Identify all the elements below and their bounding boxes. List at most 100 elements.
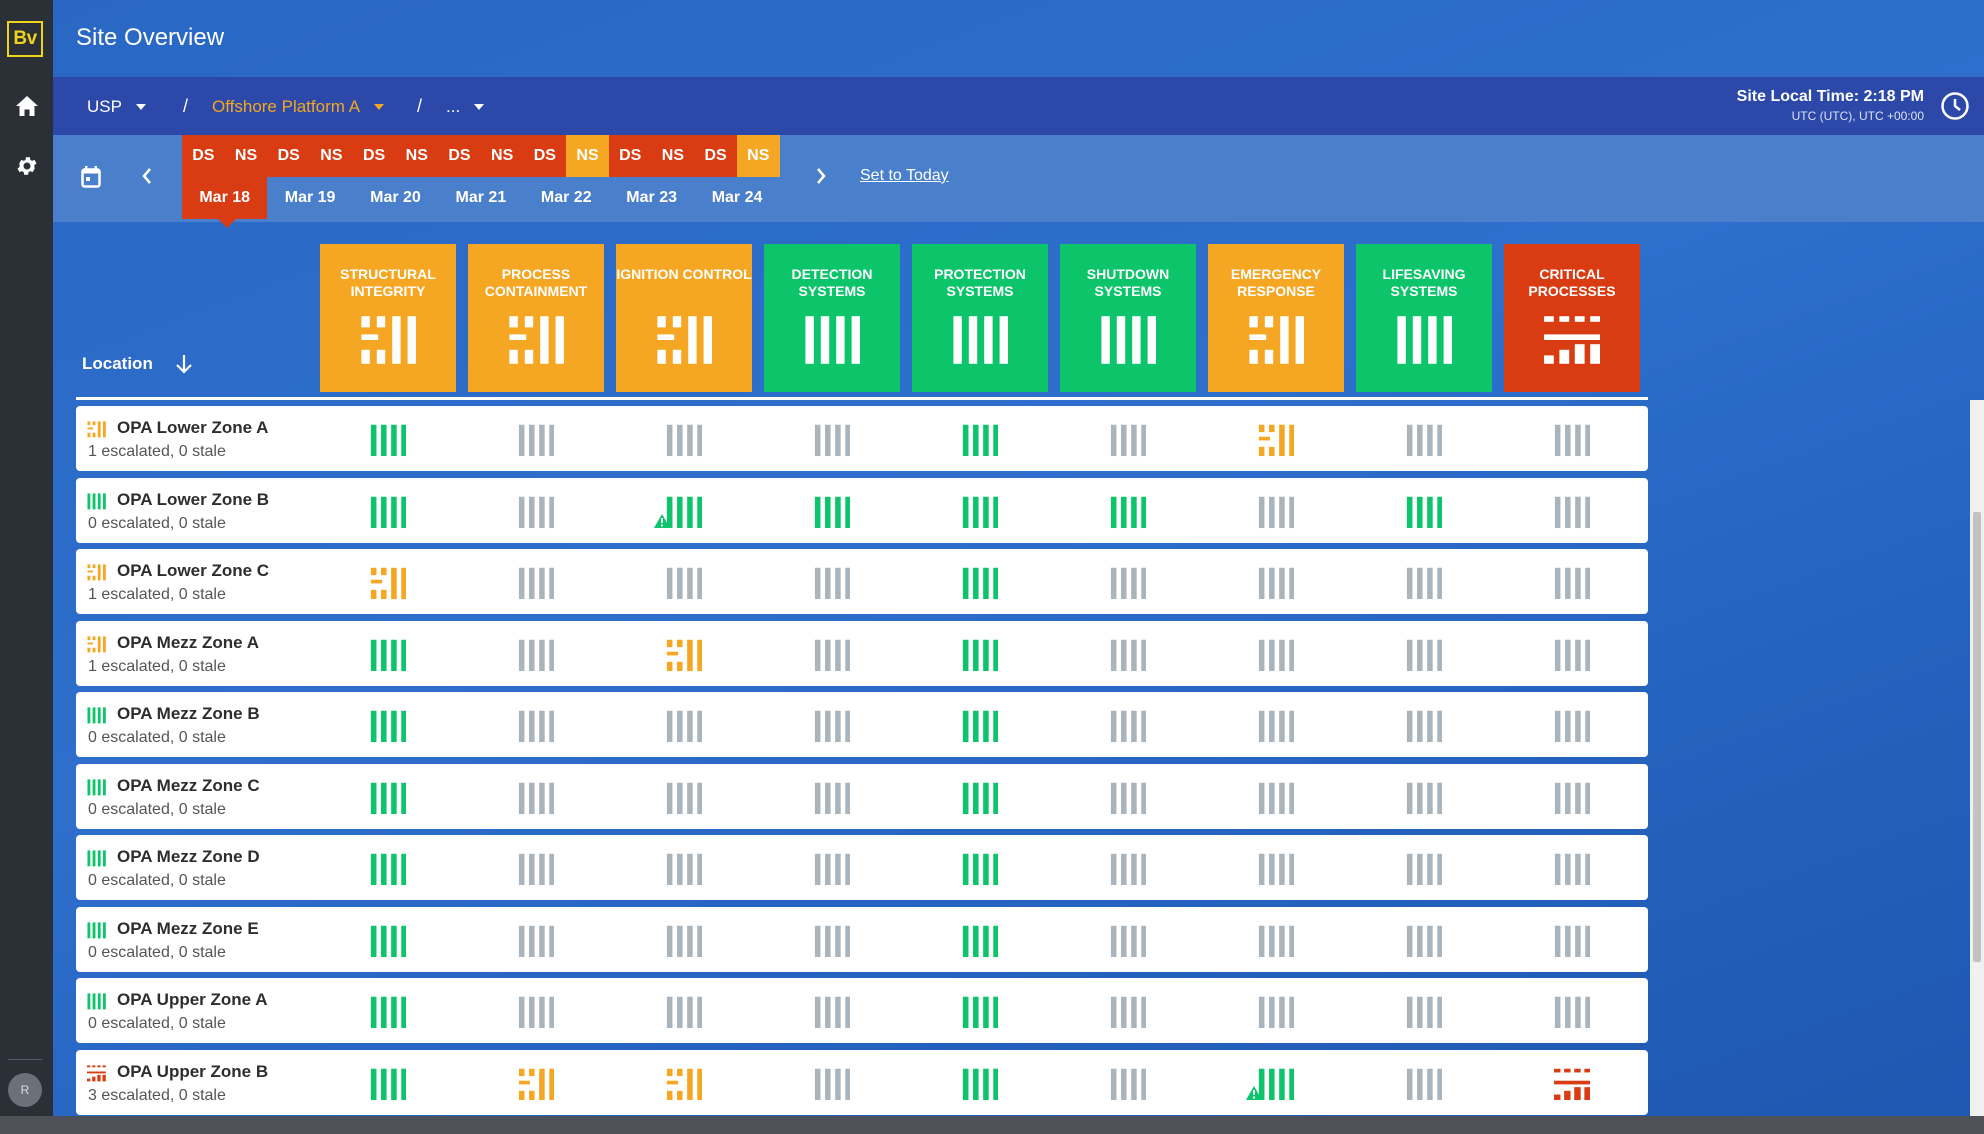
status-cell[interactable]	[320, 494, 456, 531]
user-avatar[interactable]: R	[8, 1073, 42, 1107]
table-row[interactable]: OPA Mezz Zone E 0 escalated, 0 stale	[76, 906, 1648, 972]
status-cell[interactable]	[912, 708, 1048, 745]
status-cell[interactable]	[468, 494, 604, 531]
status-cell[interactable]	[616, 708, 752, 745]
status-cell[interactable]	[1208, 780, 1344, 817]
status-cell[interactable]	[1060, 780, 1196, 817]
day-cell[interactable]: Mar 23	[609, 177, 694, 219]
table-row[interactable]: OPA Mezz Zone C 0 escalated, 0 stale	[76, 763, 1648, 829]
status-cell[interactable]	[468, 994, 604, 1031]
status-cell[interactable]	[320, 994, 456, 1031]
status-cell[interactable]	[764, 923, 900, 960]
status-cell[interactable]	[764, 637, 900, 674]
set-to-today-link[interactable]: Set to Today	[860, 167, 949, 185]
status-cell[interactable]	[1504, 1066, 1640, 1103]
status-cell[interactable]	[616, 494, 752, 531]
status-cell[interactable]	[1504, 494, 1640, 531]
location-sort-header[interactable]: Location	[82, 354, 193, 374]
status-cell[interactable]	[616, 994, 752, 1031]
category-header[interactable]: CRITICAL PROCESSES	[1504, 244, 1640, 392]
status-cell[interactable]	[320, 851, 456, 888]
status-cell[interactable]	[1208, 565, 1344, 602]
status-cell[interactable]	[764, 851, 900, 888]
table-row[interactable]: OPA Mezz Zone B 0 escalated, 0 stale	[76, 692, 1648, 757]
status-cell[interactable]	[1208, 708, 1344, 745]
status-cell[interactable]	[912, 637, 1048, 674]
status-cell[interactable]	[616, 637, 752, 674]
shift-cell[interactable]: NS	[310, 135, 353, 177]
status-cell[interactable]	[1060, 994, 1196, 1031]
status-cell[interactable]	[764, 1066, 900, 1103]
status-cell[interactable]	[912, 923, 1048, 960]
shift-cell[interactable]: NS	[395, 135, 439, 177]
status-cell[interactable]	[1356, 494, 1492, 531]
home-button[interactable]	[0, 78, 53, 134]
status-cell[interactable]	[320, 637, 456, 674]
status-cell[interactable]	[468, 708, 604, 745]
status-cell[interactable]	[1060, 637, 1196, 674]
shift-cell[interactable]: DS	[267, 135, 311, 177]
status-cell[interactable]	[1356, 1066, 1492, 1103]
next-week-button[interactable]	[815, 165, 827, 187]
status-cell[interactable]	[1356, 780, 1492, 817]
table-row[interactable]: OPA Lower Zone C 1 escalated, 0 stale	[76, 549, 1648, 614]
category-header[interactable]: PROCESS CONTAINMENT	[468, 244, 604, 392]
status-cell[interactable]	[1208, 994, 1344, 1031]
status-cell[interactable]	[1356, 565, 1492, 602]
status-cell[interactable]	[616, 923, 752, 960]
status-cell[interactable]	[764, 994, 900, 1031]
status-cell[interactable]	[1356, 994, 1492, 1031]
shift-cell[interactable]: DS	[523, 135, 567, 177]
status-cell[interactable]	[616, 780, 752, 817]
status-cell[interactable]	[764, 422, 900, 459]
status-cell[interactable]	[616, 422, 752, 459]
table-row[interactable]: OPA Upper Zone B 3 escalated, 0 stale	[76, 1049, 1648, 1115]
status-cell[interactable]	[1356, 851, 1492, 888]
status-cell[interactable]	[1356, 422, 1492, 459]
status-cell[interactable]	[1208, 637, 1344, 674]
scrollbar-thumb[interactable]	[1973, 512, 1981, 962]
category-header[interactable]: STRUCTURAL INTEGRITY	[320, 244, 456, 392]
status-cell[interactable]	[1504, 637, 1640, 674]
status-cell[interactable]	[320, 708, 456, 745]
clock-icon[interactable]	[1940, 91, 1970, 121]
day-cell[interactable]: Mar 24	[694, 177, 779, 219]
status-cell[interactable]	[468, 565, 604, 602]
status-cell[interactable]	[468, 637, 604, 674]
status-cell[interactable]	[1060, 565, 1196, 602]
status-cell[interactable]	[912, 780, 1048, 817]
status-cell[interactable]	[468, 923, 604, 960]
status-cell[interactable]	[616, 565, 752, 602]
table-row[interactable]: OPA Lower Zone A 1 escalated, 0 stale	[76, 406, 1648, 471]
category-header[interactable]: SHUTDOWN SYSTEMS	[1060, 244, 1196, 392]
status-cell[interactable]	[1356, 708, 1492, 745]
shift-cell[interactable]: DS	[438, 135, 481, 177]
status-cell[interactable]	[1060, 851, 1196, 888]
shift-cell[interactable]: DS	[608, 135, 652, 177]
status-cell[interactable]	[912, 1066, 1048, 1103]
status-cell[interactable]	[1208, 851, 1344, 888]
status-cell[interactable]	[1208, 1066, 1344, 1103]
status-cell[interactable]	[764, 708, 900, 745]
breadcrumb-root[interactable]: USP	[87, 97, 146, 117]
status-cell[interactable]	[1504, 780, 1640, 817]
status-cell[interactable]	[1208, 494, 1344, 531]
status-cell[interactable]	[912, 994, 1048, 1031]
table-row[interactable]: OPA Upper Zone A 0 escalated, 0 stale	[76, 978, 1648, 1043]
prev-week-button[interactable]	[141, 165, 153, 187]
status-cell[interactable]	[1504, 851, 1640, 888]
day-cell[interactable]: Mar 18	[182, 177, 268, 228]
status-cell[interactable]	[764, 780, 900, 817]
shift-cell[interactable]: NS	[224, 135, 268, 177]
status-cell[interactable]	[1356, 637, 1492, 674]
shift-cell[interactable]: NS	[736, 135, 780, 177]
shift-cell[interactable]: NS	[480, 135, 524, 177]
status-cell[interactable]	[764, 494, 900, 531]
status-cell[interactable]	[1060, 923, 1196, 960]
status-cell[interactable]	[912, 565, 1048, 602]
table-row[interactable]: OPA Lower Zone B 0 escalated, 0 stale	[76, 477, 1648, 543]
breadcrumb-more[interactable]: ...	[446, 97, 485, 117]
status-cell[interactable]	[1504, 994, 1640, 1031]
status-cell[interactable]	[1208, 422, 1344, 459]
breadcrumb-site[interactable]: Offshore Platform A	[212, 97, 385, 117]
